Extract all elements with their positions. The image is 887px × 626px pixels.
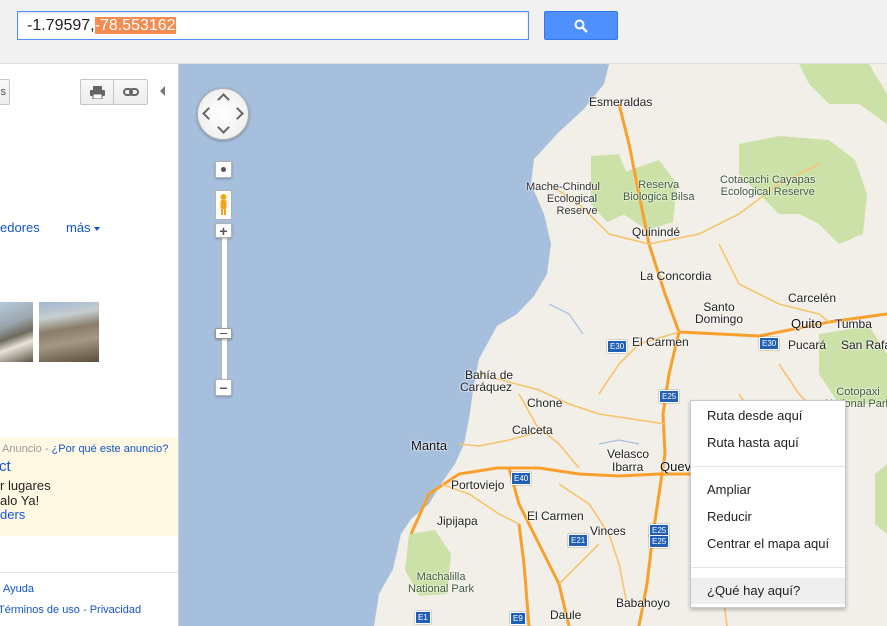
zoom-out-button[interactable]: − (215, 379, 232, 396)
pan-up-icon[interactable] (217, 93, 230, 106)
ad-link[interactable]: ders (0, 507, 25, 522)
privacy-link[interactable]: Privacidad (90, 604, 141, 616)
place-label[interactable]: La Concordia (640, 270, 711, 282)
place-photo-1[interactable] (0, 302, 33, 362)
nav-link-mas-label: más (66, 220, 91, 235)
map-canvas[interactable]: Esmeraldas Mache-Chindul Ecological Reserv… (179, 64, 887, 626)
highway-shield: E21 (568, 534, 589, 547)
panel-left-button-label: s (0, 86, 7, 98)
place-label[interactable]: Ibarra (612, 461, 643, 473)
plus-icon: + (219, 223, 228, 239)
menu-item-whats-here[interactable]: ¿Qué hay aquí? (691, 578, 845, 604)
place-label[interactable]: El Carmen (632, 336, 689, 348)
highway-shield: E1 (415, 611, 431, 624)
left-panel: s edores más Anuncio - ¿Por qué este anu… (0, 64, 179, 626)
highway-shield: E25 (659, 390, 680, 403)
place-label[interactable]: Manta (411, 439, 447, 452)
place-photo-2[interactable] (39, 302, 99, 362)
search-icon (574, 19, 588, 33)
print-button[interactable] (80, 79, 114, 105)
place-label[interactable]: Daule (550, 609, 581, 621)
menu-item-route-from[interactable]: Ruta desde aquí (691, 403, 845, 429)
place-label[interactable]: Bahía de Caráquez (459, 369, 513, 393)
link-icon (123, 88, 139, 96)
panel-left-button[interactable]: s (0, 79, 10, 105)
menu-item-zoom-out[interactable]: Reducir (691, 504, 845, 530)
menu-item-center-map[interactable]: Centrar el mapa aquí (691, 531, 845, 557)
search-value-prefix: -1.79597, (27, 17, 95, 34)
link-button[interactable] (114, 79, 148, 105)
menu-item-zoom-in[interactable]: Ampliar (691, 477, 845, 503)
ad-box: Anuncio - ¿Por qué este anuncio? ct r lu… (0, 438, 178, 536)
ad-title[interactable]: ct (0, 458, 11, 475)
footer-divider (0, 572, 178, 573)
place-label[interactable]: Cotacachi Cayapas Ecological Reserve (720, 174, 815, 198)
pegman-icon[interactable] (215, 190, 232, 220)
search-input[interactable]: -1.79597,-78.553162 (17, 11, 529, 40)
place-label[interactable]: Velasco (607, 448, 649, 460)
place-label[interactable]: Carcelén (788, 292, 836, 304)
highway-shield: E40 (511, 472, 532, 485)
collapse-panel-icon[interactable] (160, 86, 165, 96)
zoom-in-button[interactable]: + (215, 223, 232, 238)
place-label[interactable]: El Carmen (527, 510, 584, 522)
place-label[interactable]: San Rafa (841, 339, 887, 351)
context-menu: Ruta desde aquí Ruta hasta aquí Ampliar … (690, 400, 846, 608)
ad-why-link[interactable]: ¿Por qué este anuncio? (52, 443, 169, 455)
reset-dot-icon (221, 167, 226, 172)
place-label[interactable]: Jipijapa (437, 515, 478, 527)
menu-divider (691, 466, 845, 467)
place-label[interactable]: Quinindé (632, 226, 680, 238)
highway-shield: E30 (759, 337, 780, 350)
highway-shield: E25 (649, 535, 670, 548)
help-link[interactable]: Ayuda (3, 583, 34, 595)
highway-shield: E9 (510, 612, 526, 625)
nav-link-mas[interactable]: más (66, 220, 100, 235)
place-label[interactable]: Mache-Chindul Ecological Reserve (526, 181, 600, 217)
place-label[interactable]: Chone (527, 397, 562, 409)
place-label[interactable]: Reserva Biologica Bilsa (623, 179, 695, 203)
ad-line-1: r lugares (0, 478, 51, 493)
pan-right-icon[interactable] (231, 107, 244, 120)
place-label[interactable]: Babahoyo (616, 597, 670, 609)
menu-item-route-to[interactable]: Ruta hasta aquí (691, 430, 845, 456)
print-icon (90, 86, 105, 99)
zoom-slider-track[interactable] (221, 231, 228, 383)
nav-link-alrededores[interactable]: edores (0, 220, 40, 235)
highway-shield: E30 (607, 340, 628, 353)
place-label[interactable]: Calceta (512, 424, 553, 436)
minus-icon: − (219, 380, 228, 396)
ad-line-2: alo Ya! (0, 493, 40, 508)
top-bar: -1.79597,-78.553162 (0, 0, 887, 64)
pan-left-icon[interactable] (202, 107, 215, 120)
place-label[interactable]: Tumba (835, 318, 872, 330)
place-label[interactable]: Vinces (590, 525, 626, 537)
ad-label: Anuncio (2, 443, 42, 455)
park-area (875, 464, 887, 534)
menu-divider (691, 567, 845, 568)
footer-links: Términos de uso - Privacidad (0, 604, 142, 616)
place-label[interactable]: Machalilla National Park (408, 571, 474, 595)
place-label[interactable]: Pucará (788, 339, 826, 351)
pan-control[interactable] (197, 88, 249, 140)
place-label[interactable]: Quev (660, 460, 691, 473)
place-label[interactable]: Portoviejo (451, 479, 504, 491)
search-button[interactable] (544, 11, 618, 40)
reset-view-button[interactable] (215, 161, 232, 178)
place-label[interactable]: Santo Domingo (695, 301, 743, 325)
zoom-slider-handle[interactable] (215, 328, 232, 339)
place-label[interactable]: Quito (791, 317, 822, 330)
place-label[interactable]: Esmeraldas (589, 96, 652, 108)
pan-down-icon[interactable] (217, 121, 230, 134)
chevron-down-icon (93, 226, 100, 231)
search-value-selected: -78.553162 (94, 17, 176, 34)
terms-link[interactable]: Términos de uso (0, 604, 80, 616)
